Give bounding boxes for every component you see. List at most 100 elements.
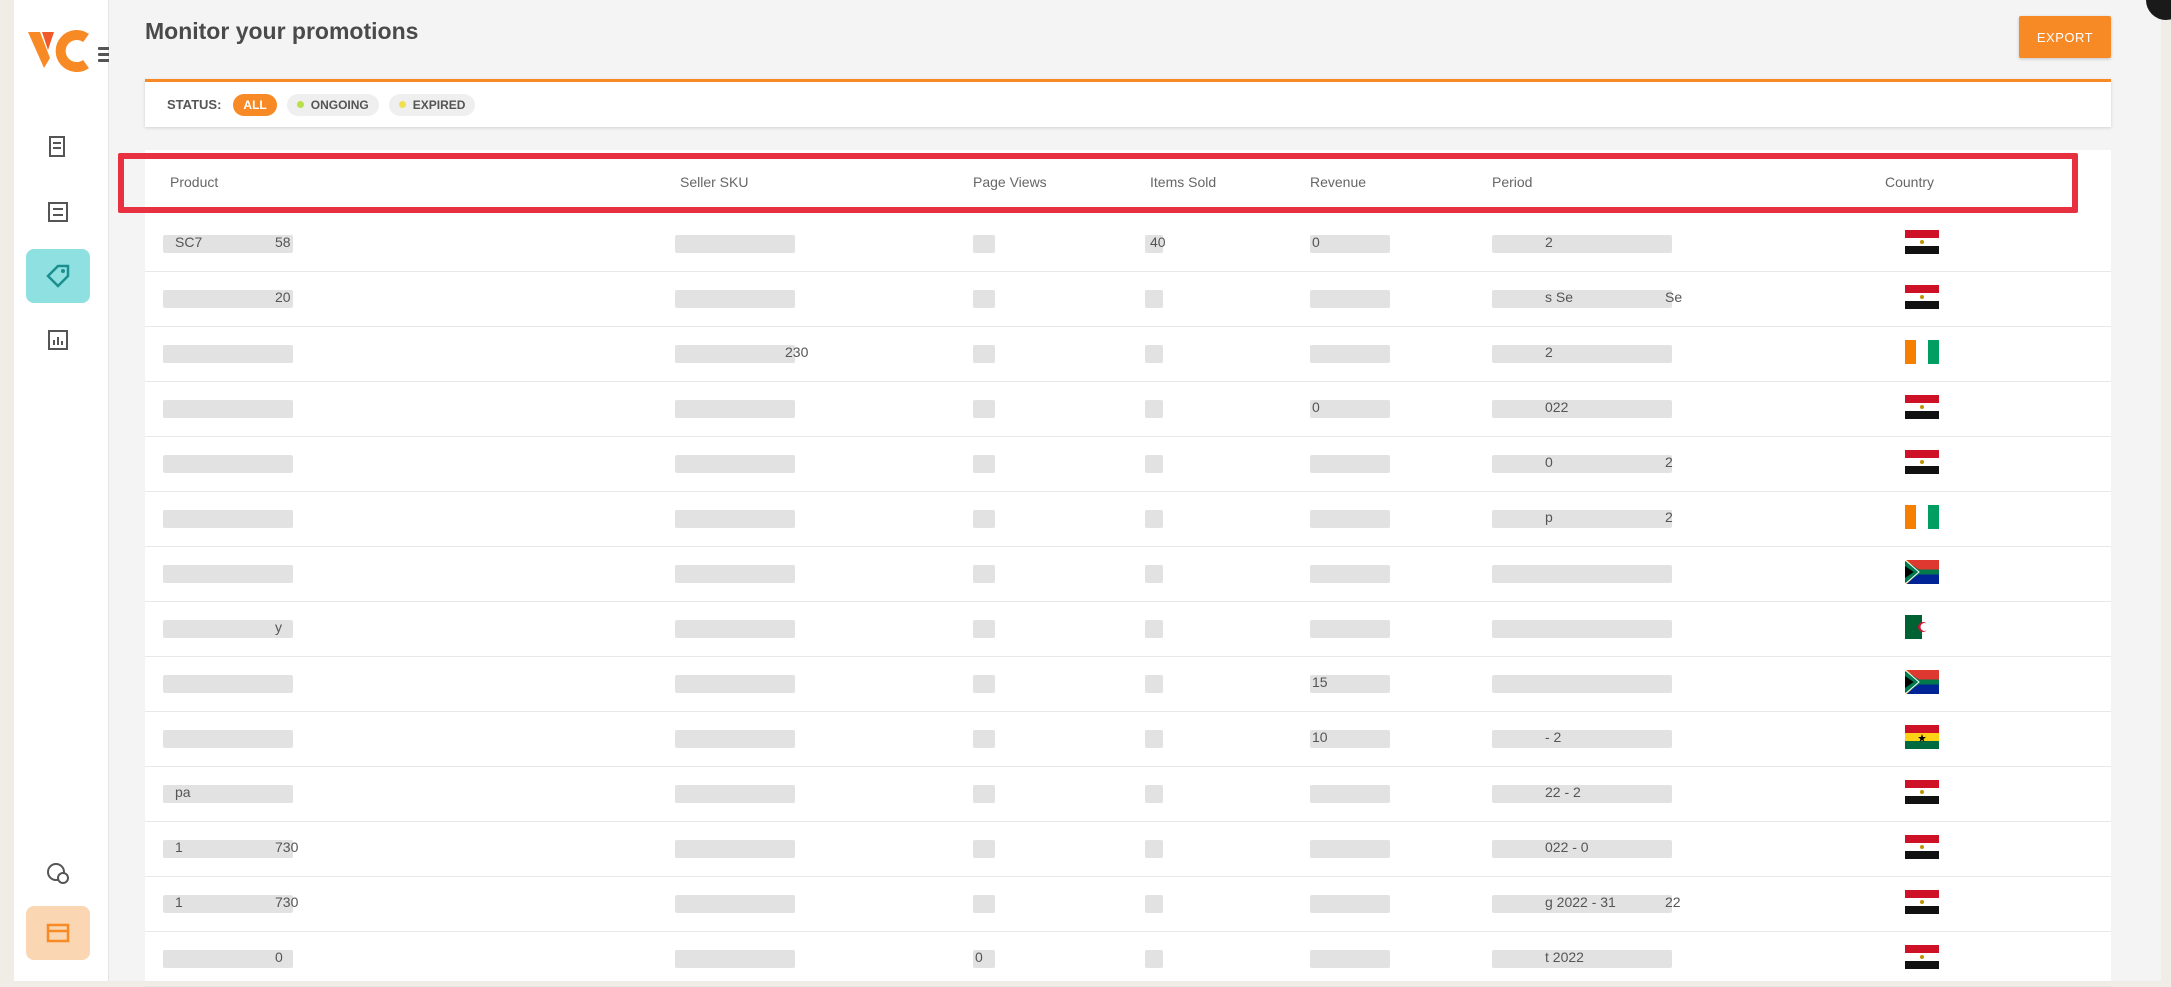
redacted-block bbox=[1310, 510, 1390, 528]
redacted-block bbox=[1145, 455, 1163, 473]
country-flag-egypt-icon bbox=[1905, 230, 1939, 254]
cell-period-tail: 22 bbox=[1665, 894, 1681, 910]
table-row[interactable]: 15 bbox=[145, 656, 2111, 712]
redacted-block bbox=[973, 345, 995, 363]
cell-period: 2 bbox=[1545, 234, 1553, 250]
cell-seller-sku: 230 bbox=[785, 344, 809, 360]
redacted-block bbox=[1145, 345, 1163, 363]
table-row[interactable]: 1 730 g 2022 - 31 22 bbox=[145, 876, 2111, 932]
sidebar-item-list[interactable] bbox=[26, 185, 90, 239]
redacted-block bbox=[163, 675, 293, 693]
list-icon bbox=[48, 202, 68, 222]
sidebar-item-reports[interactable] bbox=[26, 313, 90, 367]
redacted-block bbox=[163, 620, 293, 638]
redacted-block bbox=[163, 730, 293, 748]
cell-period: s Se bbox=[1545, 289, 1574, 305]
redacted-block bbox=[1145, 510, 1163, 528]
redacted-block bbox=[675, 675, 795, 693]
promotions-tag-icon bbox=[46, 264, 70, 288]
country-flag-egypt-icon bbox=[1905, 835, 1939, 859]
redacted-block bbox=[675, 895, 795, 913]
redacted-block bbox=[163, 290, 293, 308]
expired-dot-icon bbox=[398, 101, 406, 108]
sidebar-item-orders[interactable] bbox=[26, 120, 90, 174]
chip-label: ONGOING bbox=[310, 97, 369, 112]
redacted-block bbox=[1310, 840, 1390, 858]
filter-chip-all[interactable]: ALL bbox=[233, 93, 277, 116]
country-flag-south-africa-icon bbox=[1903, 559, 1939, 585]
table-row[interactable]: pa 22 - 2 bbox=[145, 766, 2111, 822]
redacted-block bbox=[1310, 235, 1390, 253]
cell-period: p bbox=[1545, 509, 1553, 525]
redacted-block bbox=[675, 620, 795, 638]
table-row[interactable]: 20 s Se Se bbox=[145, 271, 2111, 327]
country-flag-south-africa-icon bbox=[1903, 669, 1939, 695]
table-row[interactable] bbox=[145, 546, 2111, 602]
table-row[interactable]: SC7 58 40 0 2 bbox=[145, 216, 2111, 272]
redacted-block bbox=[163, 510, 293, 528]
brand-logo[interactable] bbox=[28, 28, 98, 78]
redacted-block bbox=[1492, 455, 1672, 473]
redacted-block bbox=[1145, 400, 1163, 418]
app-window: Monitor your promotions EXPORT STATUS: A… bbox=[0, 0, 2171, 987]
cell-period: 022 bbox=[1545, 399, 1569, 415]
table-row[interactable]: 1 730 022 - 0 bbox=[145, 821, 2111, 877]
cell-period: 22 - 2 bbox=[1545, 784, 1581, 800]
cell-page-views: 0 bbox=[975, 949, 983, 965]
redacted-block bbox=[1310, 290, 1390, 308]
redacted-block bbox=[973, 400, 995, 418]
sidebar-item-store[interactable] bbox=[26, 906, 90, 960]
status-filter-bar: STATUS: ALL ONGOING EXPIRED bbox=[145, 79, 2111, 127]
cell-period: g 2022 - 31 bbox=[1545, 894, 1616, 910]
country-flag-egypt-icon bbox=[1905, 285, 1939, 309]
chip-label: ALL bbox=[243, 97, 267, 112]
redacted-block bbox=[1492, 510, 1672, 528]
redacted-block bbox=[1145, 620, 1163, 638]
cell-period: t 2022 bbox=[1545, 949, 1584, 965]
export-button[interactable]: EXPORT bbox=[2019, 16, 2111, 58]
store-icon bbox=[46, 923, 70, 943]
table-row[interactable]: 10 - 2 bbox=[145, 711, 2111, 767]
sidebar-item-promotions[interactable] bbox=[26, 249, 90, 303]
table-row[interactable]: p2 bbox=[145, 491, 2111, 547]
country-flag-egypt-icon bbox=[1905, 945, 1939, 969]
country-flag-egypt-icon bbox=[1905, 450, 1939, 474]
redacted-block bbox=[973, 785, 995, 803]
filter-chip-expired[interactable]: EXPIRED bbox=[388, 93, 476, 116]
cell-product-tail: 58 bbox=[275, 234, 291, 250]
table-row[interactable]: 0 0 t 2022 bbox=[145, 931, 2111, 987]
country-flag-ghana-icon bbox=[1905, 725, 1939, 749]
country-flag-cote-divoire-icon bbox=[1905, 340, 1939, 364]
table-row[interactable]: 230 2 bbox=[145, 326, 2111, 382]
redacted-block bbox=[1492, 345, 1672, 363]
promotions-table: Product Seller SKU Page Views Items Sold… bbox=[145, 150, 2111, 987]
redacted-block bbox=[163, 345, 293, 363]
redacted-block bbox=[163, 950, 293, 968]
redacted-block bbox=[1492, 290, 1672, 308]
redacted-block bbox=[675, 290, 795, 308]
redacted-block bbox=[675, 455, 795, 473]
table-row[interactable]: 02 bbox=[145, 436, 2111, 492]
cell-revenue: 0 bbox=[1312, 234, 1320, 250]
cell-revenue: 0 bbox=[1312, 399, 1320, 415]
redacted-block bbox=[675, 840, 795, 858]
redacted-block bbox=[1310, 950, 1390, 968]
redacted-block bbox=[1492, 565, 1672, 583]
cell-product: 1 bbox=[175, 894, 183, 910]
table-row[interactable]: y bbox=[145, 601, 2111, 657]
redacted-block bbox=[973, 510, 995, 528]
redacted-block bbox=[675, 950, 795, 968]
filter-chip-ongoing[interactable]: ONGOING bbox=[286, 93, 379, 116]
page-title: Monitor your promotions bbox=[145, 18, 419, 44]
redacted-block bbox=[973, 455, 995, 473]
redacted-block bbox=[675, 565, 795, 583]
redacted-block bbox=[1492, 675, 1672, 693]
redacted-block bbox=[1492, 730, 1672, 748]
table-row[interactable]: 0 022 bbox=[145, 381, 2111, 437]
country-flag-egypt-icon bbox=[1905, 780, 1939, 804]
redacted-block bbox=[1492, 235, 1672, 253]
sidebar-item-settings[interactable] bbox=[26, 846, 90, 900]
redacted-block bbox=[1310, 455, 1390, 473]
reports-icon bbox=[48, 330, 68, 350]
redacted-block bbox=[675, 510, 795, 528]
